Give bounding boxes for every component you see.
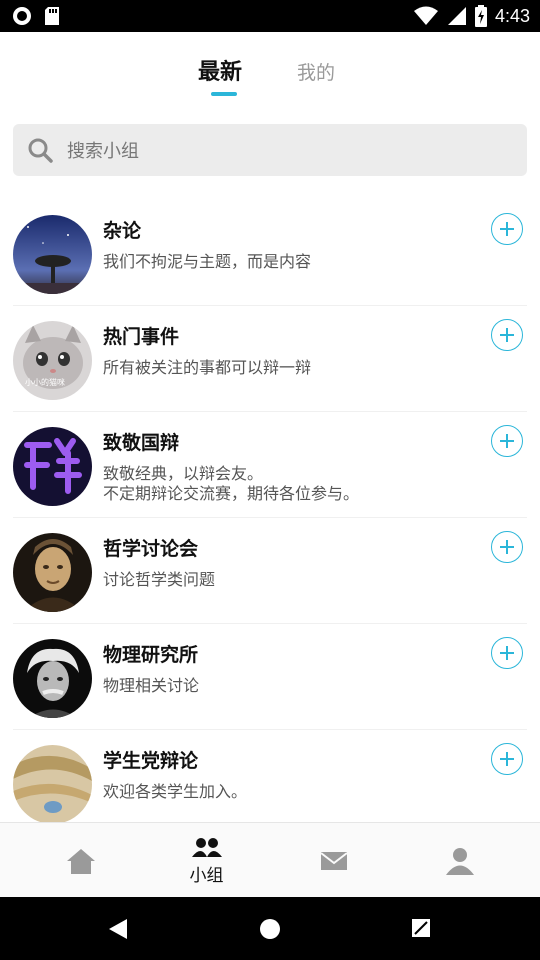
- search-icon: [28, 138, 53, 163]
- group-name: 热门事件: [103, 326, 180, 348]
- nav-profile[interactable]: [392, 823, 527, 898]
- profile-icon: [445, 847, 474, 875]
- group-description: 我们不拘泥与主题，而是内容: [103, 252, 312, 271]
- nav-label: 小组: [189, 866, 224, 886]
- plus-icon: [500, 222, 514, 236]
- group-name: 哲学讨论会: [103, 538, 199, 560]
- wifi-icon: [413, 6, 438, 25]
- circle-notification-icon: [13, 7, 31, 25]
- list-item[interactable]: 哲学讨论会 讨论哲学类问题: [13, 518, 527, 624]
- list-item[interactable]: 致敬国辩 致敬经典，以辩会友。 不定期辩论交流赛，期待各位参与。: [13, 412, 527, 518]
- join-group-button[interactable]: [491, 637, 523, 669]
- home-icon: [66, 848, 95, 874]
- nav-groups[interactable]: 小组: [139, 823, 274, 898]
- join-group-button[interactable]: [491, 425, 523, 457]
- group-name: 学生党辩论: [103, 750, 199, 772]
- active-tab-indicator: [211, 92, 237, 96]
- back-icon[interactable]: [108, 918, 128, 940]
- home-circle-icon[interactable]: [259, 918, 281, 940]
- join-group-button[interactable]: [491, 319, 523, 351]
- group-icon: [191, 838, 222, 857]
- list-item[interactable]: 学生党辩论 欢迎各类学生加入。: [13, 730, 527, 836]
- join-group-button[interactable]: [491, 743, 523, 775]
- join-group-button[interactable]: [491, 531, 523, 563]
- system-navigation-bar: [0, 897, 540, 960]
- recents-icon[interactable]: [411, 918, 431, 938]
- sd-card-icon: [45, 7, 59, 25]
- bottom-navigation: 小组: [0, 822, 540, 898]
- avatar-overlay-text: 小小的猫咪: [25, 377, 65, 387]
- group-list: 杂论 我们不拘泥与主题，而是内容 小小的猫咪 热门事件 所有被关注的事都可以辩一…: [0, 200, 540, 836]
- signal-icon: [447, 7, 466, 25]
- clock: 4:43: [494, 5, 530, 26]
- avatar: [13, 639, 92, 718]
- group-description: 欢迎各类学生加入。: [103, 782, 248, 801]
- avatar: [13, 745, 92, 824]
- mail-icon: [319, 851, 348, 870]
- battery-icon: [474, 5, 487, 27]
- group-name: 杂论: [103, 220, 142, 242]
- plus-icon: [500, 752, 514, 766]
- avatar: [13, 427, 92, 506]
- group-description: 讨论哲学类问题: [103, 570, 216, 589]
- plus-icon: [500, 328, 514, 342]
- nav-home[interactable]: [13, 823, 148, 898]
- plus-icon: [500, 540, 514, 554]
- avatar: [13, 215, 92, 294]
- tab-latest[interactable]: 最新: [198, 54, 242, 86]
- search-bar[interactable]: [13, 124, 527, 178]
- avatar: [13, 533, 92, 612]
- avatar: 小小的猫咪: [13, 321, 92, 400]
- join-group-button[interactable]: [491, 213, 523, 245]
- group-description: 致敬经典，以辩会友。 不定期辩论交流赛，期待各位参与。: [103, 464, 360, 503]
- list-item[interactable]: 小小的猫咪 热门事件 所有被关注的事都可以辩一辩: [13, 306, 527, 412]
- nav-messages[interactable]: [266, 823, 401, 898]
- list-item[interactable]: 杂论 我们不拘泥与主题，而是内容: [13, 200, 527, 306]
- group-description: 所有被关注的事都可以辩一辩: [103, 358, 312, 377]
- top-tabs: 最新 我的: [0, 32, 540, 112]
- group-name: 致敬国辩: [103, 432, 180, 454]
- group-description: 物理相关讨论: [103, 676, 200, 695]
- group-name: 物理研究所: [103, 644, 199, 666]
- plus-icon: [500, 646, 514, 660]
- plus-icon: [500, 434, 514, 448]
- status-bar: 4:43: [0, 0, 540, 32]
- tab-mine[interactable]: 我的: [297, 58, 335, 85]
- search-input[interactable]: [65, 124, 509, 178]
- list-item[interactable]: 物理研究所 物理相关讨论: [13, 624, 527, 730]
